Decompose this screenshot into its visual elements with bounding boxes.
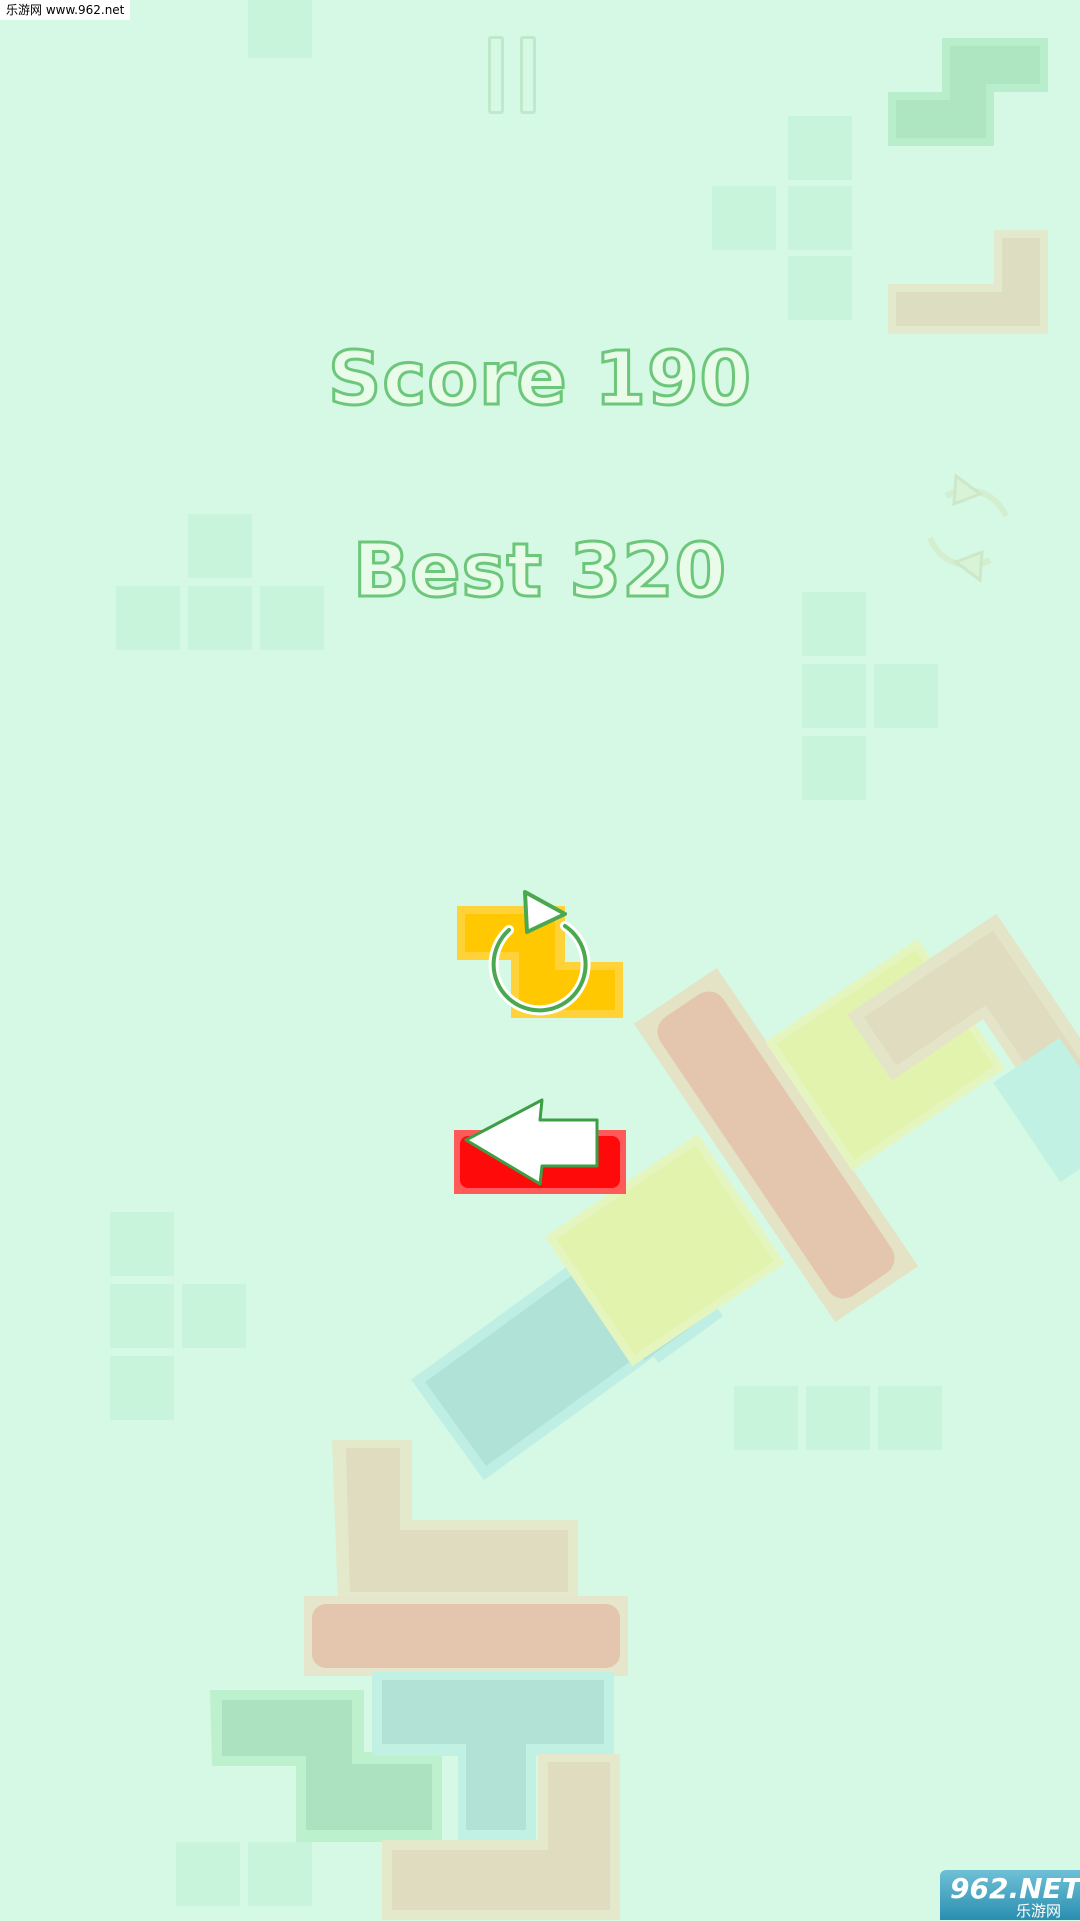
ghost-block xyxy=(788,186,852,250)
ghost-block xyxy=(248,0,312,58)
ghost-block xyxy=(788,256,852,320)
pause-button[interactable] xyxy=(486,36,542,118)
rotate-button[interactable] xyxy=(916,470,1020,584)
back-button[interactable] xyxy=(452,1098,632,1196)
restart-icon xyxy=(488,890,591,1016)
rotate-icon xyxy=(927,473,1009,583)
ghost-block xyxy=(176,1842,240,1906)
ghost-block xyxy=(802,664,866,728)
pause-icon xyxy=(486,36,542,118)
ghost-block xyxy=(110,1356,174,1420)
site-watermark: 962.NET 乐游网 xyxy=(940,1870,1080,1920)
ghost-block xyxy=(110,1284,174,1348)
ghost-block xyxy=(734,1386,798,1450)
watermark-sub-text: 乐游网 xyxy=(1016,1902,1062,1920)
restart-button[interactable] xyxy=(455,888,625,1018)
tower-piece-i-inner xyxy=(312,1604,620,1668)
ghost-block xyxy=(874,664,938,728)
ghost-block xyxy=(806,1386,870,1450)
ghost-block xyxy=(248,1842,312,1906)
back-arrow-icon xyxy=(464,1098,599,1186)
ghost-block xyxy=(110,1212,174,1276)
site-tag: 乐游网 www.962.net xyxy=(0,0,131,20)
ghost-block xyxy=(802,736,866,800)
ghost-block xyxy=(712,186,776,250)
ghost-block xyxy=(788,116,852,180)
ghost-block xyxy=(878,1386,942,1450)
tower-piece-edge xyxy=(993,1037,1080,1183)
ghost-block xyxy=(182,1284,246,1348)
next-piece-j-inner xyxy=(896,238,1040,326)
score-label: Score 190 xyxy=(327,335,753,424)
